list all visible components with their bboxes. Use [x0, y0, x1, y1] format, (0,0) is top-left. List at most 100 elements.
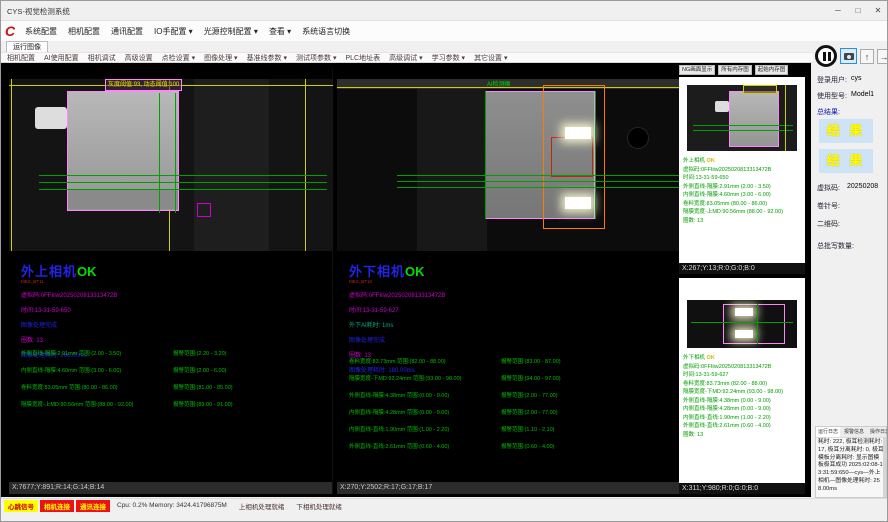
battery-cell-region — [729, 91, 779, 147]
lower-camera-ready-status: 下相机处理就绪 — [296, 501, 342, 511]
log-tabs: 运行日志 报警信息 操作日志 — [816, 427, 886, 438]
ai-detect-label: AI检测框 — [487, 79, 511, 88]
measurement-value: 外侧直线-隔膜:2.91mm 范围:(2.00 - 3.50) — [21, 349, 173, 357]
tool-advanced-settings[interactable]: 高级设置 — [125, 53, 153, 63]
thumb-line: 内侧直线-隔膜:4.28mm (0.00 - 9.00) — [683, 405, 783, 414]
measurement-row: 内侧直线-直线:1.90mm 范围:(1.00 - 2.20)报警范围:(1.1… — [349, 425, 679, 433]
pixel-coordinate-bar-thumb-lower: X:311;Y:980;R:0;G:0;B:0 — [679, 483, 805, 494]
camera-image-lower[interactable]: AI检测框 — [337, 79, 683, 251]
measurement-row: 内侧直线-隔膜:4.28mm 范围:(0.00 - 9.00)报警范围:(2.0… — [349, 408, 679, 416]
log-scrollbar[interactable] — [883, 437, 886, 497]
login-user-value: cys — [851, 75, 862, 82]
heartbeat-status-badge: 心跳信号 — [4, 500, 38, 512]
upper-camera-ready-status: 上相机处理就绪 — [239, 501, 285, 511]
login-user-label: 登录用户: — [817, 75, 847, 85]
alarm-range: 报警范围:(81.00 - 85.00) — [173, 383, 233, 391]
machine-structure — [417, 89, 487, 251]
tab-strip: 运行图像 — [1, 41, 888, 52]
alarm-range: 报警范围:(0.60 - 4.00) — [501, 442, 555, 450]
tab-ng-display[interactable]: NG画面显示 — [679, 65, 715, 75]
menu-io-config[interactable]: IO手配置 ▾ — [154, 26, 193, 37]
tab-all-memory-images[interactable]: 所有内存图 — [718, 65, 752, 75]
measurement-row: 隔膜宽度-上MD:90.56mm 范围:(88.00 - 92.00)报警范围:… — [21, 400, 328, 408]
thumb-line: 时间:13-31-59-627 — [683, 371, 783, 380]
log-tab-operation[interactable]: 操作日志 — [868, 427, 888, 437]
maximize-button[interactable]: □ — [849, 3, 867, 18]
thumbnail-panel-lower[interactable]: 外下相机 OK 虚拟码:0FFIiiw2025020813313472B 时间:… — [679, 278, 805, 494]
tool-baseline-params[interactable]: 基准线参数 ▾ — [247, 53, 287, 63]
camera-link-status-badge: 相机连接 — [40, 500, 74, 512]
tab-start-memory-images[interactable]: 起始内存图 — [755, 65, 789, 75]
tool-camera-config[interactable]: 相机配置 — [7, 53, 35, 63]
camera-capture-button[interactable] — [840, 48, 857, 64]
machine-hole — [627, 127, 649, 149]
thumb-line: 时间:13-31-59-650 — [683, 174, 783, 183]
measurement-value: 隔膜宽度-下MD:92.24mm 范围:(93.00 - 98.00) — [349, 374, 501, 382]
tool-ai-usage-config[interactable]: AI使用配置 — [44, 53, 79, 63]
tool-plc-address-table[interactable]: PLC地址表 — [346, 53, 381, 63]
control-panel: ↑ → 登录用户: cys 使用型号: Model1 总结果: 结 果 结 果 … — [813, 43, 888, 499]
roi-box — [551, 137, 593, 177]
tool-other-settings[interactable]: 其它设置 ▾ — [474, 53, 507, 63]
menu-view[interactable]: 查看 ▾ — [269, 26, 291, 37]
overlay-yellow-line — [785, 85, 786, 151]
tab-running-image[interactable]: 运行图像 — [6, 41, 48, 52]
menu-comm-config[interactable]: 通讯配置 — [111, 26, 143, 37]
virtual-barcode-line: 虚拟码:0FFIiiw2025020813313472B — [21, 290, 117, 299]
overlay-green-line — [39, 175, 327, 176]
pause-button[interactable] — [815, 45, 837, 67]
camera-name-label: 外下相机 — [349, 264, 405, 279]
exit-arrow-icon: → — [880, 52, 888, 62]
overlay-green-line — [39, 182, 327, 183]
threshold-overlay-label: 灰度阈值:93, 动态阈值:100 — [105, 79, 182, 91]
thumb-line: 圈数: 13 — [683, 217, 783, 226]
processing-done-line: 图像处理完成 — [349, 335, 445, 344]
tool-test-params[interactable]: 测试项参数 ▾ — [296, 53, 336, 63]
camera-name-label: 外上相机 — [683, 158, 705, 164]
menu-language-switch[interactable]: 系统语言切换 — [302, 26, 350, 37]
upload-button[interactable]: ↑ — [860, 49, 874, 64]
minimize-button[interactable]: ─ — [829, 3, 847, 18]
menu-system-config[interactable]: 系统配置 — [25, 26, 57, 37]
menu-light-control[interactable]: 光源控制配置 ▾ — [204, 26, 258, 37]
tool-spot-check[interactable]: 点检设置 ▾ — [162, 53, 195, 63]
measurement-value: 卷料宽度:83.05mm 范围:(80.00 - 86.00) — [21, 383, 173, 391]
result-block-upper: 外上相机OK MES_BT11 虚拟码:0FFIiiw2025020813313… — [21, 261, 117, 359]
thumb-line: 卷料宽度:83.05mm (80.00 - 86.00) — [683, 200, 783, 209]
tool-camera-debug[interactable]: 相机调试 — [88, 53, 116, 63]
roi-box — [197, 203, 211, 217]
pixel-coordinate-bar-lower: X:270;Y:2502;R:17;G:17;B:17 — [337, 482, 683, 494]
overlay-green-line — [397, 175, 681, 176]
cell-shadow — [68, 189, 178, 209]
log-tab-run[interactable]: 运行日志 — [816, 427, 840, 437]
virtual-barcode-line: 虚拟码:0FFIiiw2025020813313472B — [349, 290, 445, 299]
tool-learning-params[interactable]: 学习参数 ▾ — [432, 53, 465, 63]
camera-name-label: 外下相机 — [683, 355, 705, 361]
exit-button[interactable]: → — [877, 49, 888, 64]
result-badge-upper: 结 果 — [819, 119, 873, 143]
alarm-range: 报警范围:(2.20 - 3.20) — [173, 349, 227, 357]
up-arrow-icon: ↑ — [865, 52, 870, 62]
thumb-line: 虚拟码:0FFIiiw2025020813313472B — [683, 166, 783, 175]
overlay-green-line — [595, 91, 596, 219]
thumbnail-panel-upper[interactable]: 外上相机 OK 虚拟码:0FFIiiw2025020813313472B 时间:… — [679, 77, 805, 274]
thumbnail-text-lower: 外下相机 OK 虚拟码:0FFIiiw2025020813313472B 时间:… — [683, 354, 783, 439]
panel-buttons: ↑ → — [815, 45, 888, 67]
camera-image-upper[interactable]: 灰度阈值:93, 动态阈值:100 — [9, 79, 333, 251]
overlay-yellow-line — [11, 79, 12, 251]
tool-image-processing[interactable]: 图像处理 ▾ — [204, 53, 237, 63]
thumb-line: 卷料宽度:83.73mm (82.00 - 88.00) — [683, 380, 783, 389]
model-value: Model1 — [851, 91, 874, 98]
log-tab-alarm[interactable]: 报警信息 — [842, 427, 866, 437]
alarm-range: 报警范围:(2.00 - 77.00) — [501, 391, 558, 399]
virtual-code-label: 虚拟码: — [817, 183, 840, 193]
measurement-row: 卷料宽度:83.05mm 范围:(80.00 - 86.00)报警范围:(81.… — [21, 383, 328, 391]
tool-advanced-debug[interactable]: 高级调试 ▾ — [389, 53, 422, 63]
close-button[interactable]: ✕ — [869, 3, 887, 18]
main-area: 灰度阈值:93, 动态阈值:100 外上相机OK MES_BT11 虚拟码:0F… — [1, 63, 811, 497]
comm-link-status-badge: 通讯连接 — [76, 500, 110, 512]
virtual-code-value: 20250208 — [847, 183, 878, 190]
tab-glow-spot — [735, 330, 753, 338]
overlay-green-line — [693, 125, 793, 126]
menu-camera-config[interactable]: 相机配置 — [68, 26, 100, 37]
